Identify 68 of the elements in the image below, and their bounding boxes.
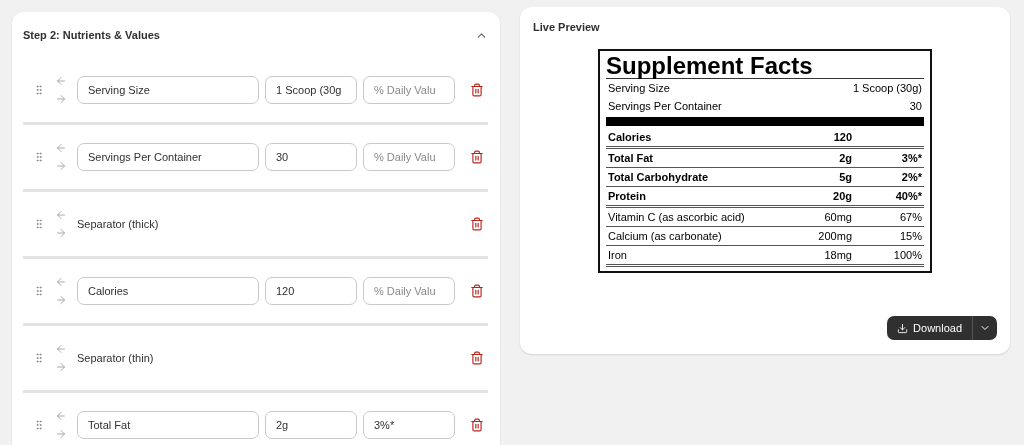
- nutrient-name: Calories: [608, 131, 653, 144]
- amount-field[interactable]: 2g: [265, 411, 357, 439]
- nutrient-name: Iron: [608, 249, 628, 262]
- daily-value: 100%: [893, 249, 922, 262]
- name-field[interactable]: Total Fat: [77, 411, 259, 439]
- amount-field[interactable]: 30: [265, 143, 357, 171]
- left-arrow-icon[interactable]: [55, 343, 67, 355]
- separator-label: Separator (thick): [77, 218, 160, 230]
- daily-value: 40%*: [895, 190, 922, 203]
- daily-value: 3%*: [901, 152, 922, 165]
- daily-value: 67%: [899, 211, 922, 224]
- daily-value-field[interactable]: % Daily Valu: [363, 143, 455, 171]
- name-field[interactable]: Serving Size: [77, 76, 259, 104]
- delete-icon[interactable]: [470, 284, 484, 298]
- right-arrow-icon[interactable]: [55, 227, 67, 239]
- label-value: 1 Scoop (30g): [852, 82, 922, 95]
- nutrient-name: Total Carbohydrate: [608, 171, 710, 184]
- nutrient-name: Protein: [608, 190, 647, 203]
- drag-handle-icon[interactable]: [33, 218, 45, 230]
- nutrient-name: Calcium (as carbonate): [608, 230, 723, 243]
- nutrient-name: Vitamin C (as ascorbic acid): [608, 211, 746, 224]
- drag-handle-icon[interactable]: [33, 151, 45, 163]
- daily-value-field[interactable]: % Daily Valu: [363, 277, 455, 305]
- section-title: Step 2: Nutrients & Values: [23, 29, 160, 41]
- name-field[interactable]: Calories: [77, 277, 259, 305]
- delete-icon[interactable]: [470, 150, 484, 164]
- daily-value: 15%: [899, 230, 922, 243]
- name-field[interactable]: Servings Per Container: [77, 143, 259, 171]
- left-arrow-icon[interactable]: [55, 75, 67, 87]
- dropdown-caret-button[interactable]: [972, 316, 997, 340]
- separator-label: Separator (thin): [77, 352, 155, 364]
- right-arrow-icon[interactable]: [55, 361, 67, 373]
- label-text: Serving Size: [608, 82, 671, 95]
- nutrient-amount: 120: [832, 131, 852, 144]
- amount-field[interactable]: 1 Scoop (30g: [265, 76, 357, 104]
- nutrient-amount: 5g: [838, 171, 852, 184]
- download-button[interactable]: Download: [887, 316, 972, 340]
- left-arrow-icon[interactable]: [55, 209, 67, 221]
- nutrient-amount: 18mg: [823, 249, 852, 262]
- delete-icon[interactable]: [470, 83, 484, 97]
- label-title: Supplement Facts: [606, 53, 924, 80]
- drag-handle-icon[interactable]: [33, 84, 45, 96]
- daily-value-field[interactable]: % Daily Valu: [363, 76, 455, 104]
- nutrient-amount: 2g: [838, 152, 852, 165]
- right-arrow-icon[interactable]: [55, 160, 67, 172]
- delete-icon[interactable]: [470, 418, 484, 432]
- right-arrow-icon[interactable]: [55, 428, 67, 440]
- label-text: Servings Per Container: [608, 100, 723, 113]
- left-arrow-icon[interactable]: [55, 276, 67, 288]
- daily-value: 2%*: [901, 171, 922, 184]
- right-arrow-icon[interactable]: [55, 294, 67, 306]
- right-arrow-icon[interactable]: [55, 93, 67, 105]
- section-title: Live Preview: [533, 21, 601, 33]
- amount-field[interactable]: 120: [265, 277, 357, 305]
- drag-handle-icon[interactable]: [33, 419, 45, 431]
- drag-handle-icon[interactable]: [33, 285, 45, 297]
- drag-handle-icon[interactable]: [33, 352, 45, 364]
- left-arrow-icon[interactable]: [55, 142, 67, 154]
- delete-icon[interactable]: [470, 217, 484, 231]
- nutrient-amount: 200mg: [817, 230, 852, 243]
- nutrient-amount: 60mg: [823, 211, 852, 224]
- delete-icon[interactable]: [470, 351, 484, 365]
- nutrient-name: Total Fat: [608, 152, 654, 165]
- left-arrow-icon[interactable]: [55, 410, 67, 422]
- daily-value-field[interactable]: 3%*: [363, 411, 455, 439]
- nutrient-amount: 20g: [832, 190, 852, 203]
- download-icon: [897, 322, 909, 334]
- label-value: 30: [909, 100, 922, 113]
